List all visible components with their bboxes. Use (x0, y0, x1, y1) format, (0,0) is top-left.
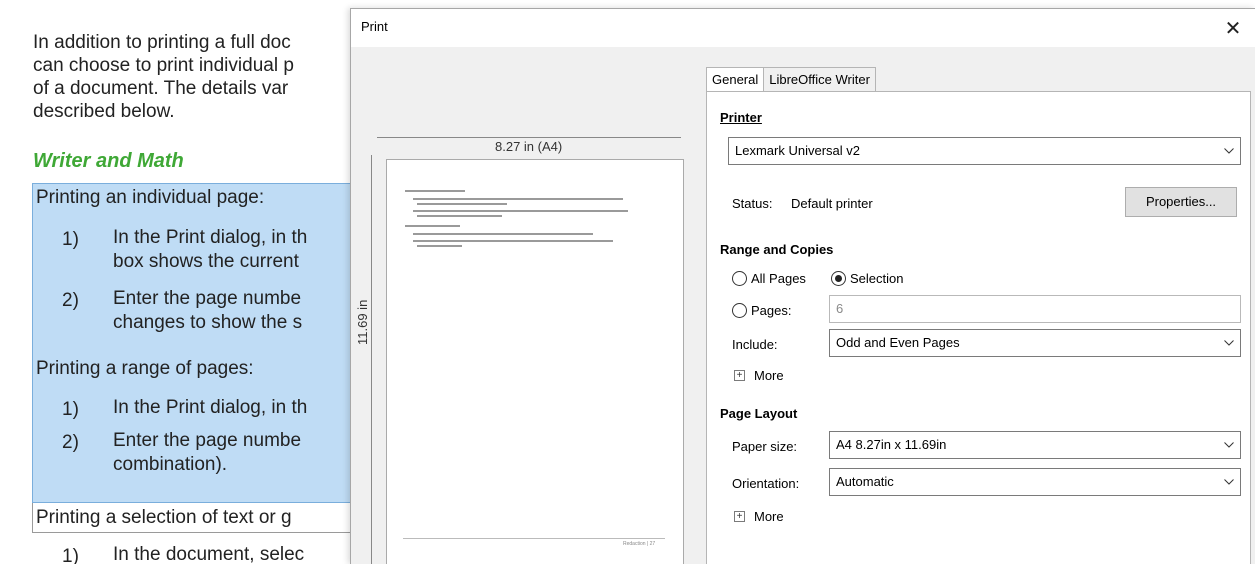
height-dimension-label: 11.69 in (355, 295, 370, 349)
dialog-title: Print (361, 19, 388, 34)
printer-section-title: Printer (720, 110, 762, 125)
general-tab-panel: Printer Lexmark Universal v2 Status: Def… (706, 91, 1251, 564)
printer-select[interactable]: Lexmark Universal v2 (728, 137, 1241, 165)
document-background: In addition to printing a full doc can c… (0, 0, 360, 564)
preview-text (413, 210, 628, 212)
dialog-titlebar: Print ✕ (351, 9, 1255, 47)
preview-text (405, 225, 460, 227)
chevron-down-icon (1218, 432, 1240, 458)
dialog-tabs: General LibreOffice Writer (706, 67, 876, 93)
doc-text-line: In addition to printing a full doc (33, 32, 291, 53)
preview-page: Redaction | 27 (386, 159, 684, 564)
width-dimension-line (377, 137, 681, 138)
doc-paragraph: Printing an individual page: (36, 187, 265, 208)
pages-radio[interactable] (732, 303, 747, 318)
width-dimension-label: 8.27 in (A4) (491, 139, 567, 154)
doc-paragraph: Printing a selection of text or g (36, 507, 292, 528)
list-item-line: changes to show the s (113, 312, 303, 333)
list-number: 1) (62, 546, 79, 564)
range-section-title: Range and Copies (720, 242, 834, 257)
list-item-line: In the Print dialog, in th (113, 227, 308, 248)
status-label: Status: (732, 196, 773, 211)
list-number: 1) (62, 399, 79, 420)
list-item-line: box shows the current (113, 251, 299, 272)
list-item-line: In the Print dialog, in th (113, 397, 308, 418)
orientation-label: Orientation: (732, 476, 800, 491)
list-item-line: Enter the page numbe (113, 288, 302, 309)
list-number: 2) (62, 432, 79, 453)
doc-text-line: of a document. The details var (33, 78, 289, 99)
paper-size-select[interactable]: A4 8.27in x 11.69in (829, 431, 1241, 459)
list-number: 1) (62, 229, 79, 250)
include-select-value: Odd and Even Pages (836, 335, 960, 350)
properties-button[interactable]: Properties... (1125, 187, 1237, 217)
paper-size-value: A4 8.27in x 11.69in (836, 437, 947, 452)
preview-text (417, 203, 507, 205)
expand-plus-icon[interactable]: + (734, 370, 745, 381)
printer-section-label: Printer (720, 110, 762, 125)
doc-text-line: described below. (33, 101, 175, 122)
close-button[interactable]: ✕ (1210, 9, 1255, 47)
pages-input[interactable]: 6 (829, 295, 1241, 323)
page-layout-section-title: Page Layout (720, 406, 798, 421)
preview-footer-rule (403, 538, 665, 539)
doc-text-line: can choose to print individual p (33, 55, 294, 76)
selection-label[interactable]: Selection (850, 271, 903, 286)
selection-radio[interactable] (831, 271, 846, 286)
all-pages-label[interactable]: All Pages (751, 271, 806, 286)
list-number: 2) (62, 290, 79, 311)
preview-text (417, 245, 462, 247)
preview-footer-text: Redaction | 27 (623, 541, 656, 547)
all-pages-radio[interactable] (732, 271, 747, 286)
preview-text (413, 233, 593, 235)
pages-label[interactable]: Pages: (751, 303, 791, 318)
preview-text (417, 215, 502, 217)
chevron-down-icon (1218, 138, 1240, 164)
include-select[interactable]: Odd and Even Pages (829, 329, 1241, 357)
layout-more-link[interactable]: More (754, 509, 784, 524)
list-item-line: In the document, selec (113, 544, 305, 564)
expand-plus-icon[interactable]: + (734, 511, 745, 522)
chevron-down-icon (1218, 469, 1240, 495)
orientation-select[interactable]: Automatic (829, 468, 1241, 496)
preview-text (413, 240, 613, 242)
list-item-line: Enter the page numbe (113, 430, 302, 451)
paper-size-label: Paper size: (732, 439, 798, 454)
range-more-link[interactable]: More (754, 368, 784, 383)
include-label: Include: (732, 337, 778, 352)
chevron-down-icon (1218, 330, 1240, 356)
status-value: Default printer (791, 196, 873, 211)
print-dialog: Print ✕ 8.27 in (A4) 11.69 in Redaction … (350, 8, 1255, 564)
preview-text (405, 190, 465, 192)
height-dimension-line (371, 155, 372, 564)
tab-general[interactable]: General (706, 67, 765, 93)
doc-heading: Writer and Math (33, 150, 184, 172)
preview-text (413, 198, 623, 200)
list-item-line: combination). (113, 454, 228, 475)
doc-paragraph: Printing a range of pages: (36, 358, 254, 379)
printer-select-value: Lexmark Universal v2 (735, 143, 860, 158)
close-icon: ✕ (1224, 17, 1242, 40)
tab-libreoffice-writer[interactable]: LibreOffice Writer (763, 67, 876, 91)
orientation-value: Automatic (836, 474, 894, 489)
